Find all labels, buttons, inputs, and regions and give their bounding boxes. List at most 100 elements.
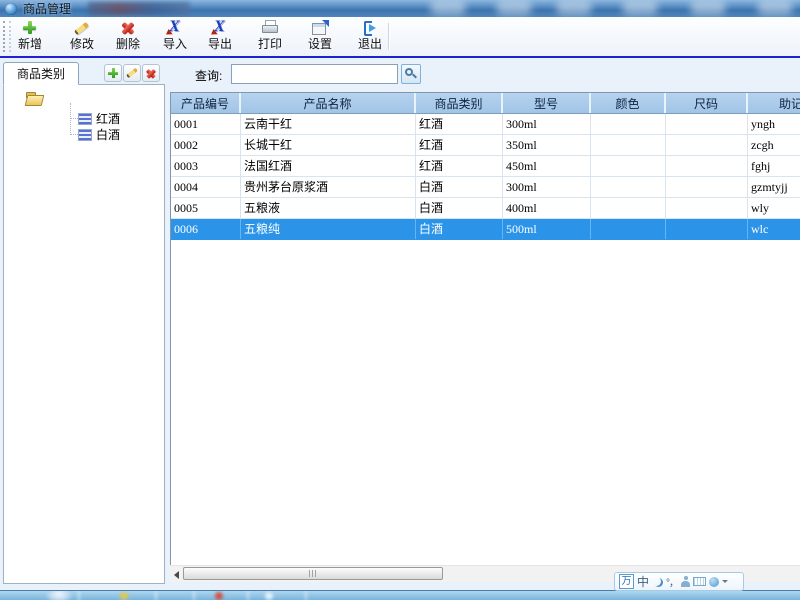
column-header[interactable]: 产品编号 bbox=[171, 93, 241, 113]
export-button[interactable]: 导出 bbox=[196, 20, 244, 54]
toolbar-separator bbox=[388, 23, 390, 50]
ime-chinese-mode-button[interactable]: 中 bbox=[637, 575, 649, 589]
add-category-button[interactable] bbox=[104, 64, 122, 82]
toolbar-button-label: 设置 bbox=[308, 37, 332, 51]
ime-mode-button[interactable]: 万 bbox=[619, 574, 634, 589]
table-cell: yngh bbox=[748, 114, 800, 134]
edit-category-button[interactable] bbox=[123, 64, 141, 82]
table-cell: 法国红酒 bbox=[241, 156, 416, 176]
edit-button[interactable]: 修改 bbox=[58, 20, 106, 54]
table-row[interactable]: 0005五粮液白酒400mlwly bbox=[171, 198, 800, 219]
table-row[interactable]: 0006五粮纯白酒500mlwlc bbox=[171, 219, 800, 240]
title-bar[interactable]: 商品管理 bbox=[0, 0, 800, 18]
edit-icon bbox=[73, 20, 91, 37]
search-label: 查询: bbox=[195, 67, 222, 84]
tree-connector bbox=[70, 103, 71, 135]
table-cell: wlc bbox=[748, 219, 800, 239]
table-cell: 300ml bbox=[503, 177, 591, 197]
ime-soft-keyboard-icon[interactable] bbox=[693, 577, 706, 586]
scrollbar-thumb[interactable] bbox=[183, 567, 443, 580]
scroll-left-button[interactable] bbox=[171, 568, 183, 581]
table-cell: 0004 bbox=[171, 177, 241, 197]
ime-user-icon[interactable] bbox=[681, 576, 690, 587]
glass-reflection bbox=[430, 1, 466, 15]
ime-tools-icon[interactable] bbox=[709, 577, 719, 587]
ime-punctuation-button[interactable]: °， bbox=[666, 574, 678, 589]
table-cell bbox=[591, 198, 666, 218]
start-button[interactable] bbox=[46, 590, 72, 600]
taskbar-app-icon[interactable] bbox=[215, 592, 223, 600]
delete-button[interactable]: 删除 bbox=[104, 20, 152, 54]
table-cell: 五粮液 bbox=[241, 198, 416, 218]
settings-icon bbox=[311, 20, 329, 37]
toolbar-button-label: 导入 bbox=[163, 37, 187, 51]
table-cell: 0002 bbox=[171, 135, 241, 155]
toolbar-button-label: 修改 bbox=[70, 37, 94, 51]
exit-button[interactable]: 退出 bbox=[346, 20, 394, 54]
ime-fullwidth-moon-icon[interactable] bbox=[652, 577, 661, 586]
category-icon bbox=[78, 129, 92, 141]
ime-language-bar: 万 中 °， bbox=[614, 572, 744, 591]
taskbar-app-icon[interactable] bbox=[265, 592, 273, 600]
taskbar-button-edge bbox=[247, 591, 249, 600]
table-cell: 0006 bbox=[171, 219, 241, 239]
glass-reflection bbox=[622, 1, 658, 15]
tree-connector bbox=[70, 134, 78, 135]
table-cell: 白酒 bbox=[416, 177, 503, 197]
search-input[interactable] bbox=[231, 64, 398, 84]
tree-item-2[interactable]: 白酒 bbox=[78, 127, 120, 142]
column-header[interactable]: 型号 bbox=[503, 93, 591, 113]
column-header[interactable]: 商品类别 bbox=[416, 93, 503, 113]
search-button[interactable] bbox=[401, 64, 421, 84]
table-row[interactable]: 0003法国红酒红酒450ml fghj bbox=[171, 156, 800, 177]
table-cell: 红酒 bbox=[416, 135, 503, 155]
table-cell: fghj bbox=[748, 156, 800, 176]
table-cell: gzmtyjj bbox=[748, 177, 800, 197]
app-globe-icon bbox=[5, 3, 17, 15]
table-row[interactable]: 0004贵州茅台原浆酒白酒300ml gzmtyjj bbox=[171, 177, 800, 198]
table-cell: 450ml bbox=[503, 156, 591, 176]
add-icon bbox=[105, 65, 121, 81]
column-header[interactable]: 颜色 bbox=[591, 93, 666, 113]
table-cell: 红酒 bbox=[416, 156, 503, 176]
table-row[interactable]: 0002长城干红红酒350mlzcgh bbox=[171, 135, 800, 156]
desktop: 商品管理 新增修改删除导入导出打印设置退出 商品类别 红酒白酒 查询: 产品编号… bbox=[0, 0, 800, 600]
taskbar[interactable] bbox=[0, 590, 800, 600]
tab-product-category[interactable]: 商品类别 bbox=[3, 62, 79, 85]
table-cell: wly bbox=[748, 198, 800, 218]
category-icon bbox=[78, 113, 92, 125]
column-header[interactable]: 助记码 bbox=[748, 93, 800, 113]
toolbar-button-label: 新增 bbox=[18, 37, 42, 51]
import-button[interactable]: 导入 bbox=[151, 20, 199, 54]
tree-item-label: 红酒 bbox=[96, 112, 120, 126]
tree-item-1[interactable]: 红酒 bbox=[78, 111, 120, 126]
toolbar-button-label: 退出 bbox=[358, 37, 382, 51]
accent-divider bbox=[0, 56, 800, 58]
magnifier-icon-handle bbox=[412, 74, 417, 79]
column-header[interactable]: 尺码 bbox=[666, 93, 748, 113]
open-folder-icon[interactable] bbox=[26, 92, 43, 105]
table-cell: 400ml bbox=[503, 198, 591, 218]
toolbar: 新增 修改删除导入 导出打印设置 退出 bbox=[0, 17, 800, 57]
toolbar-button-label: 导出 bbox=[208, 37, 232, 51]
table-cell bbox=[666, 114, 748, 134]
taskbar-app-icon[interactable] bbox=[120, 592, 128, 600]
table-cell: 白酒 bbox=[416, 198, 503, 218]
blurred-title-text bbox=[88, 2, 190, 15]
delete-icon bbox=[143, 65, 159, 81]
table-cell: 0003 bbox=[171, 156, 241, 176]
table-cell bbox=[666, 177, 748, 197]
ime-dropdown-caret[interactable] bbox=[722, 580, 728, 583]
print-button[interactable]: 打印 bbox=[246, 20, 294, 54]
table-cell: 350ml bbox=[503, 135, 591, 155]
category-action-buttons bbox=[104, 64, 160, 82]
table-cell: 贵州茅台原浆酒 bbox=[241, 177, 416, 197]
add-button[interactable]: 新增 bbox=[6, 20, 54, 54]
settings-button[interactable]: 设置 bbox=[296, 20, 344, 54]
column-header[interactable]: 产品名称 bbox=[241, 93, 416, 113]
delete-category-button[interactable] bbox=[142, 64, 160, 82]
exit-icon bbox=[361, 20, 379, 37]
table-header-row: 产品编号产品名称商品类别型号颜色尺码助记码 bbox=[171, 93, 800, 114]
table-row[interactable]: 0001云南干红红酒300mlyngh bbox=[171, 114, 800, 135]
table-cell bbox=[591, 156, 666, 176]
